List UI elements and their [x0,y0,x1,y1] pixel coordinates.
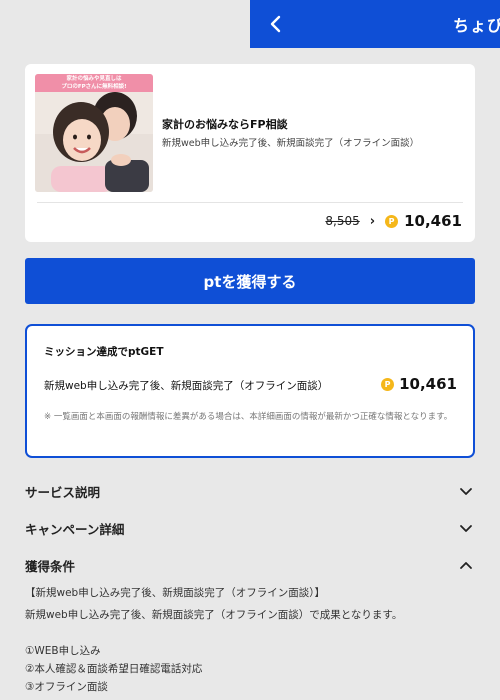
section-campaign-details[interactable]: キャンペーン詳細 [25,517,475,541]
chevron-down-icon [460,488,472,495]
chevron-up-icon [460,562,472,569]
section-label: 獲得条件 [25,559,76,574]
chevron-down-icon [460,525,472,532]
mission-condition: 新規web申し込み完了後、新規面談完了（オフライン面談） [44,380,329,392]
divider [37,202,463,203]
mission-note: ※ 一覧画面と本画面の報酬情報に差異がある場合は、本詳細画面の情報が最新かつ正確… [44,412,453,422]
back-button[interactable] [260,8,292,40]
conditions-step: ②本人確認＆面談希望日確認電話対応 [25,663,203,675]
point-coin-icon: P [385,214,399,228]
section-label: サービス説明 [25,485,101,500]
mission-points: P 10,461 [381,375,457,393]
get-points-button[interactable]: ptを獲得する [25,258,475,304]
new-points: 10,461 [404,212,462,230]
section-acquisition-conditions[interactable]: 獲得条件 [25,554,475,578]
conditions-step: ③オフライン面談 [25,681,108,693]
mission-box: ミッション達成でptGET 新規web申し込み完了後、新規面談完了（オフライン面… [25,324,475,458]
section-label: キャンペーン詳細 [25,522,125,537]
section-service-description[interactable]: サービス説明 [25,480,475,504]
offer-card: 家計の悩みや見直しは プロのFPさんに無料相談! 家計のお悩みならFP相談 新規w… [25,64,475,242]
conditions-heading: 【新規web申し込み完了後、新規面談完了（オフライン面談）】 [25,587,325,599]
chevron-left-icon [270,15,281,33]
conditions-step: ①WEB申し込み [25,645,101,657]
header-bar: ちょびリッチ [250,0,500,48]
old-points: 8,505 [325,214,360,228]
offer-image: 家計の悩みや見直しは プロのFPさんに無料相談! [35,74,153,192]
header-title: ちょびリッチ [453,16,500,35]
offer-title: 家計のお悩みならFP相談 [162,118,288,131]
offer-image-banner: 家計の悩みや見直しは プロのFPさんに無料相談! [35,74,153,92]
mission-points-value: 10,461 [399,375,457,393]
conditions-summary: 新規web申し込み完了後、新規面談完了（オフライン面談）で成果となります。 [25,609,403,621]
points-row: 8,505 › P 10,461 [325,212,462,230]
chevron-right-icon: › [369,213,376,229]
point-coin-icon: P [381,377,395,391]
offer-description: 新規web申し込み完了後、新規面談完了（オフライン面談） [162,138,420,149]
mission-title: ミッション達成でptGET [44,346,164,358]
